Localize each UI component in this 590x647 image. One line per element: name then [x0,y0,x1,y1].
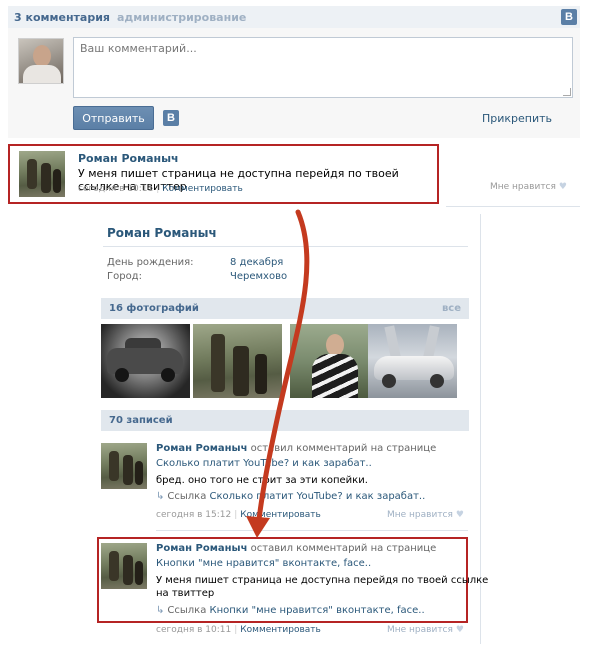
send-button[interactable]: Отправить [73,106,154,130]
vk-logo-icon[interactable]: В [163,110,179,126]
like-label: Мне нравится [387,625,453,635]
avatar-figure [135,561,143,585]
share-label: Ссылка [167,491,207,502]
meta-separator: | [234,510,238,520]
avatar-figure [27,159,37,189]
share-link[interactable]: ↳ Ссылка Сколько платит YouTube? и как за… [156,491,425,502]
post-author-avatar[interactable] [101,543,147,589]
car-wheel [382,374,396,388]
car-wheel [161,368,175,382]
meta-separator: | [156,184,160,194]
car-wheel [115,368,129,382]
posts-title: 70 записей [109,415,173,426]
city-label: Город: [107,271,142,282]
city-value[interactable]: Черемхово [230,271,287,282]
reply-link[interactable]: Комментировать [162,184,243,194]
avatar-head [33,45,51,67]
comment-author-name[interactable]: Роман Романыч [78,152,179,165]
avatar-figure [123,455,133,485]
avatar-figure [109,451,119,481]
comment-date: сегодня в 10:11 [78,184,154,194]
avatar-figure [53,169,61,193]
photo-torso [312,354,358,398]
comment-author-avatar[interactable] [19,151,65,197]
profile-name[interactable]: Роман Романыч [107,226,217,240]
reply-link[interactable]: Комментировать [240,625,321,635]
like-button[interactable]: Мне нравится ♥ [387,510,464,520]
meta-separator: | [234,625,238,635]
divider [156,530,468,531]
birthday-label: День рождения: [107,257,194,268]
share-link-text[interactable]: Кнопки "мне нравится" вконтакте, face.. [210,605,425,616]
photo-figure [211,334,225,392]
post-header: Роман Романыч оставил комментарий на стр… [156,543,436,554]
comment-input[interactable]: Ваш комментарий... [73,37,573,98]
post-action: оставил комментарий на странице [250,443,437,454]
photos-all-link[interactable]: все [442,303,461,314]
photo-thumbnail[interactable] [368,324,457,398]
share-link[interactable]: ↳ Ссылка Кнопки "мне нравится" вконтакте,… [156,605,425,616]
comment-form: Ваш комментарий... Отправить В Прикрепит… [8,28,580,138]
post-action: оставил комментарий на странице [250,543,437,554]
highlighted-comment: Роман Романыч У меня пишет страница не д… [8,144,439,204]
post-meta: сегодня в 15:12 | Комментировать [156,510,321,520]
photo-head [326,334,344,356]
post-meta: сегодня в 10:11 | Комментировать [156,625,321,635]
photo-thumbnail[interactable] [101,324,190,398]
post-page-link[interactable]: Кнопки "мне нравится" вконтакте, face.. [156,558,371,569]
share-arrow-icon: ↳ [156,491,165,502]
avatar-shirt [23,65,61,83]
avatar-figure [109,551,119,581]
post-date: сегодня в 15:12 [156,510,232,520]
comment-placeholder: Ваш комментарий... [80,42,197,55]
post-text-line: У меня пишет страница не доступна перейд… [156,575,489,586]
post-header: Роман Романыч оставил комментарий на стр… [156,443,436,454]
like-button[interactable]: Мне нравится ♥ [490,182,567,192]
divider [103,246,468,247]
photos-title: 16 фотографий [109,303,199,314]
comment-meta: сегодня в 10:11 | Комментировать [78,184,243,194]
posts-section-header[interactable]: 70 записей [101,410,469,431]
birthday-value[interactable]: 8 декабря [230,257,283,268]
admin-link[interactable]: администрирование [117,11,246,24]
comments-count: 3 комментария [14,10,110,24]
post-author-avatar[interactable] [101,443,147,489]
like-label: Мне нравится [387,510,453,520]
photo-thumbnail[interactable] [193,324,282,398]
share-label: Ссылка [167,605,207,616]
highlighted-post: Роман Романыч оставил комментарий на стр… [97,537,488,623]
avatar-figure [123,555,133,585]
heart-icon: ♥ [558,182,567,192]
post-text: бред. оно того не стоит за эти копейки. [156,475,368,486]
resize-grip-icon[interactable] [563,88,571,96]
photo-figure [255,354,267,394]
heart-icon: ♥ [455,625,464,635]
avatar-figure [41,163,51,193]
comments-header: 3 комментария администрирование В [8,6,580,28]
divider [446,206,580,207]
avatar-figure [135,461,143,485]
share-link-text[interactable]: Сколько платит YouTube? и как зарабат.. [210,491,426,502]
photo-thumbnail[interactable] [290,324,379,398]
attach-link[interactable]: Прикрепить [482,112,552,125]
share-arrow-icon: ↳ [156,605,165,616]
like-label: Мне нравится [490,182,556,192]
photos-section-header[interactable]: 16 фотографий все [101,298,469,319]
post-page-link[interactable]: Сколько платит YouTube? и как зарабат.. [156,458,372,469]
like-button[interactable]: Мне нравится ♥ [387,625,464,635]
post-author-name[interactable]: Роман Романыч [156,543,247,554]
reply-link[interactable]: Комментировать [240,510,321,520]
vk-logo-icon[interactable]: В [561,9,577,25]
photo-figure [233,346,249,396]
post-author-name[interactable]: Роман Романыч [156,443,247,454]
post-date: сегодня в 10:11 [156,625,232,635]
current-user-avatar[interactable] [18,38,64,84]
heart-icon: ♥ [455,510,464,520]
post-text-line: на твиттер [156,588,215,599]
car-wheel [430,374,444,388]
